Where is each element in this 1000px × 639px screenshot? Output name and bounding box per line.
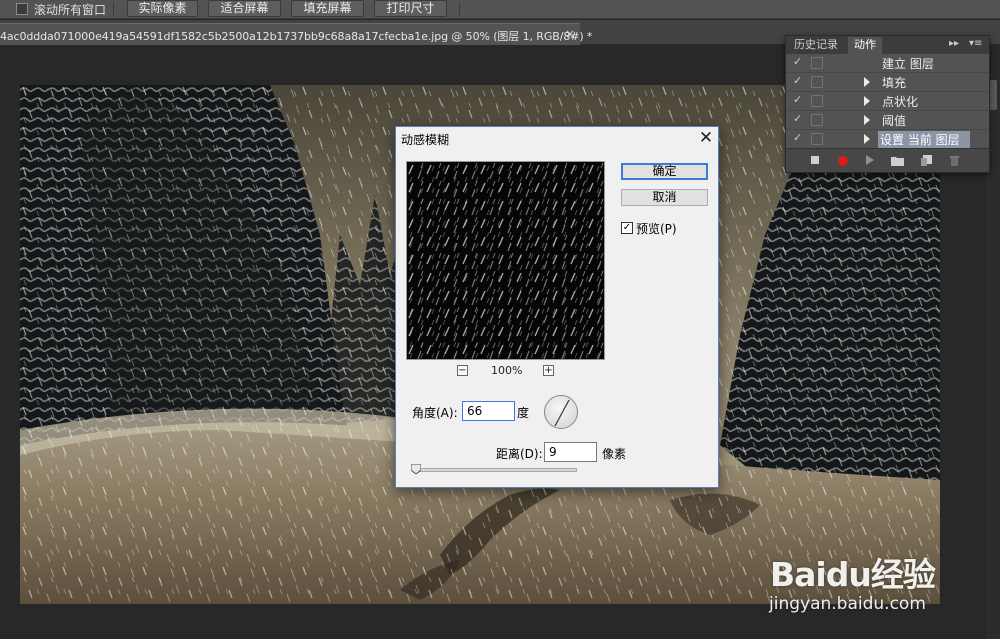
tab-history[interactable]: 历史记录 (788, 37, 844, 54)
angle-dial-needle-icon (554, 399, 570, 427)
preview-label: 预览(P) (636, 222, 677, 236)
action-dialog-toggle[interactable] (811, 76, 823, 88)
action-dialog-toggle[interactable] (811, 133, 823, 145)
angle-label: 角度(A): (412, 406, 458, 420)
action-enabled-check-icon[interactable]: ✓ (793, 55, 805, 68)
expand-arrow-icon[interactable] (864, 96, 870, 106)
filter-preview[interactable] (406, 161, 605, 360)
print-size-button[interactable]: 打印尺寸 (374, 0, 447, 17)
play-icon[interactable] (865, 155, 875, 165)
collapse-panel-icon[interactable]: ▸▸ (949, 38, 959, 49)
options-bar: 滚动所有窗口 实际像素 适合屏幕 填充屏幕 打印尺寸 (0, 0, 1000, 19)
stop-icon[interactable] (810, 155, 820, 165)
action-dialog-toggle[interactable] (811, 114, 823, 126)
action-dialog-toggle[interactable] (811, 95, 823, 107)
preview-checkbox[interactable]: ✓ (621, 222, 633, 234)
distance-slider-track[interactable] (413, 468, 577, 472)
action-label: 填充 (882, 76, 907, 90)
angle-unit: 度 (517, 406, 530, 420)
preview-image (407, 162, 604, 359)
dialog-title: 动感模糊 (401, 133, 450, 147)
cancel-button[interactable]: 取消 (621, 189, 708, 206)
action-label: 阈值 (882, 114, 907, 128)
action-row[interactable]: ✓ 点状化 (786, 92, 989, 111)
zoom-percent: 100% (491, 364, 523, 377)
action-enabled-check-icon[interactable]: ✓ (793, 112, 805, 125)
panel-tabs: 历史记录 动作 ▸▸ ▾≡ (786, 36, 989, 54)
watermark-url: jingyan.baidu.com (769, 594, 926, 614)
expand-arrow-icon[interactable] (864, 77, 870, 87)
angle-input[interactable]: 66 (462, 401, 515, 421)
ok-button[interactable]: 确定 (621, 163, 708, 180)
document-tab-title: 4ac0ddda071000e419a54591df1582c5b2500a12… (0, 30, 593, 43)
expand-arrow-icon[interactable] (864, 134, 870, 144)
panel-menu-icon[interactable]: ▾≡ (969, 38, 982, 49)
document-tab-close-icon[interactable]: × (565, 27, 575, 41)
action-label: 设置 当前 图层 (878, 131, 970, 148)
zoom-out-button[interactable]: − (457, 365, 468, 376)
panel-bottom-toolbar (786, 148, 989, 172)
baidu-jingyan-logo: Baidu经验 (770, 555, 936, 594)
distance-label: 距离(D): (496, 447, 543, 461)
document-tab[interactable]: 4ac0ddda071000e419a54591df1582c5b2500a12… (0, 23, 592, 45)
new-action-icon[interactable] (921, 155, 932, 166)
scroll-all-windows-checkbox[interactable] (16, 3, 28, 15)
motion-blur-dialog: 动感模糊 ✕ − 100% + 确定 取消 ✓ 预览(P) 角度(A): 66 … (395, 126, 719, 488)
zoom-controls: − 100% + (406, 364, 605, 379)
action-row-selected[interactable]: ✓ 设置 当前 图层 (786, 130, 989, 149)
angle-dial[interactable] (544, 395, 578, 429)
tab-actions[interactable]: 动作 (848, 37, 882, 54)
fit-screen-button[interactable]: 适合屏幕 (208, 0, 281, 17)
action-dialog-toggle[interactable] (811, 57, 823, 69)
action-label: 点状化 (882, 95, 919, 109)
actual-pixels-button[interactable]: 实际像素 (127, 0, 198, 17)
folder-icon[interactable] (891, 155, 904, 166)
dialog-close-icon[interactable]: ✕ (696, 128, 716, 148)
action-row[interactable]: ✓ 填充 (786, 73, 989, 92)
divider (113, 2, 114, 17)
distance-slider-thumb[interactable] (411, 464, 421, 474)
trash-icon[interactable] (949, 155, 960, 166)
distance-unit: 像素 (602, 447, 627, 461)
expand-arrow-icon[interactable] (864, 115, 870, 125)
actions-panel: 历史记录 动作 ▸▸ ▾≡ ✓ 建立 图层 ✓ 填充 ✓ 点状化 ✓ 阈值 ✓ … (785, 35, 990, 173)
action-enabled-check-icon[interactable]: ✓ (793, 74, 805, 87)
action-row[interactable]: ✓ 建立 图层 (786, 54, 989, 73)
action-enabled-check-icon[interactable]: ✓ (793, 131, 805, 144)
scrollbar-thumb[interactable] (989, 80, 997, 110)
scroll-all-windows-label: 滚动所有窗口 (34, 3, 107, 17)
record-icon[interactable] (837, 155, 849, 167)
fill-screen-button[interactable]: 填充屏幕 (291, 0, 364, 17)
action-label: 建立 图层 (882, 57, 934, 71)
zoom-in-button[interactable]: + (543, 365, 554, 376)
divider (459, 2, 460, 17)
action-row[interactable]: ✓ 阈值 (786, 111, 989, 130)
action-enabled-check-icon[interactable]: ✓ (793, 93, 805, 106)
distance-input[interactable]: 9 (544, 442, 597, 462)
